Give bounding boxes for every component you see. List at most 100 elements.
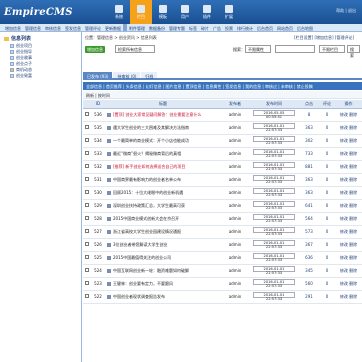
row-ops[interactable]: 修改 删除	[335, 277, 362, 291]
top-links[interactable]: 帮助 | 退出	[336, 8, 356, 14]
row-ops[interactable]: 修改 删除	[335, 147, 362, 161]
sub-nav-item[interactable]: 数据备份	[147, 24, 167, 31]
refresh-row[interactable]: 刷新 | 按时间	[83, 91, 362, 99]
row-title-link[interactable]: 深圳创业扶持政策汇总，大学生最高可获	[113, 203, 185, 208]
row-checkbox[interactable]	[85, 268, 89, 272]
search-button[interactable]: 搜索	[347, 45, 360, 58]
sidebar-heading[interactable]: 信息列表	[0, 32, 81, 43]
column-select[interactable]: 不限栏目	[319, 45, 345, 53]
sub-nav-item[interactable]: 碎片	[199, 24, 211, 31]
top-nav-item[interactable]: 插件	[196, 0, 218, 24]
row-time[interactable]: 2016-01-01 22:57:33	[253, 279, 295, 288]
search-input[interactable]	[275, 45, 315, 53]
row-time[interactable]: 2016-01-01 22:57:33	[253, 188, 295, 197]
row-time[interactable]: 2016-01-01 22:57:33	[253, 149, 295, 158]
row-time[interactable]: 2016-01-01 22:57:33	[253, 266, 295, 275]
row-ops[interactable]: 修改 删除	[335, 290, 362, 304]
tab-item[interactable]: 待审核 (0)	[113, 72, 141, 79]
row-ops[interactable]: 修改 删除	[335, 251, 362, 265]
sub-nav-item[interactable]: 网站首页	[275, 24, 295, 31]
top-nav-item[interactable]: 用户	[174, 0, 196, 24]
row-title-link[interactable]: 回顾2015：十位大佬眼中的创业新机遇	[113, 190, 183, 195]
row-title-link[interactable]: 2015中国商业模式创新大会在京召开	[113, 216, 179, 221]
row-title-link[interactable]: [置顶] 创业大家常见疑问解答：创业需要注意什么	[113, 112, 201, 117]
row-title-link[interactable]: 中国创业者现状调查报告发布	[113, 294, 165, 299]
row-checkbox[interactable]	[85, 177, 89, 181]
sub-nav-item[interactable]: 签发信息	[63, 24, 83, 31]
row-checkbox[interactable]	[85, 281, 89, 285]
row-checkbox[interactable]	[85, 151, 89, 155]
view-select[interactable]: 检索所有信息	[115, 45, 155, 53]
sub-nav-item[interactable]: 后台地图	[295, 24, 315, 31]
row-checkbox[interactable]	[85, 164, 89, 168]
row-checkbox[interactable]	[85, 242, 89, 246]
row-checkbox[interactable]	[85, 229, 89, 233]
row-checkbox[interactable]	[85, 216, 89, 220]
row-time[interactable]: 2016-01-01 22:57:33	[253, 292, 295, 301]
row-time[interactable]: 2016-01-01 22:57:33	[253, 201, 295, 210]
row-title-link[interactable]: 浙江省高校大学生创业园建设情况通报	[113, 229, 181, 234]
attribute-select[interactable]: 不限属性	[245, 45, 271, 53]
row-time[interactable]: 2016-01-01 22:57:33	[253, 227, 295, 236]
row-ops[interactable]: 修改 删除	[335, 121, 362, 135]
row-time[interactable]: 2016-01-01 22:57:33	[253, 175, 295, 184]
sub-nav-item[interactable]: 增加信息	[3, 24, 23, 31]
row-checkbox[interactable]	[85, 203, 89, 207]
row-ops[interactable]: 修改 删除	[335, 173, 362, 187]
tab-item[interactable]: 归档	[141, 72, 158, 79]
filter-bar[interactable]: 全部信息 | 首页推荐 | 头条信息 | 幻灯信息 | 图片信息 | 置顶信息 …	[83, 82, 362, 90]
row-checkbox[interactable]	[85, 112, 89, 116]
row-checkbox[interactable]	[85, 190, 89, 194]
row-title-link[interactable]: 一个最简单的商业模式：开个小店也能成功	[113, 138, 189, 143]
add-info-button[interactable]: 增加信息	[85, 46, 105, 53]
sub-nav-item[interactable]: 投票	[223, 24, 235, 31]
row-ops[interactable]: 修改 删除	[335, 264, 362, 278]
sub-nav-item[interactable]: 更新数据	[103, 24, 123, 31]
row-time[interactable]: 2016-01-01 22:57:33	[253, 123, 295, 132]
row-checkbox[interactable]	[85, 255, 89, 259]
row-title-link[interactable]: [推荐] 新手创业如何选择适合自己的项目	[113, 164, 185, 169]
row-time[interactable]: 2016-01-01 22:57:33	[253, 240, 295, 249]
row-title-link[interactable]: 中国商界最有影响力的创业者名单公布	[113, 177, 181, 182]
sub-nav-item[interactable]: 后台首页	[255, 24, 275, 31]
row-title-link[interactable]: 3位创业者带您解读大学生创业	[113, 242, 168, 247]
sub-nav-item[interactable]: 管理评论	[83, 24, 103, 31]
row-ops[interactable]: 修改 删除	[335, 199, 362, 213]
row-title-link[interactable]: 中国互联网创业新一轮：融资难题如何破解	[113, 268, 189, 273]
row-ops[interactable]: 修改 删除	[335, 186, 362, 200]
sub-nav-item[interactable]: 管理专题	[167, 24, 187, 31]
row-title-link[interactable]: 最近“微商”很火？揭秘微商背后的真相	[113, 151, 181, 156]
sidebar-item[interactable]: 创业致富	[0, 73, 81, 79]
row-time[interactable]: 2016-01-01 22:57:33	[253, 162, 295, 171]
row-time[interactable]: 2016-01-01 22:57:33	[253, 253, 295, 262]
row-title-link[interactable]: 王健林：创业要有定力，不要跟风	[113, 281, 173, 286]
row-ops[interactable]: 修改 删除	[335, 134, 362, 148]
row-select-cell	[83, 199, 91, 213]
row-checkbox[interactable]	[85, 125, 89, 129]
sub-nav-item[interactable]: 管理信息	[23, 24, 43, 31]
row-title-link[interactable]: 遇大学生创业的三大困难及其解决方法指南	[113, 125, 189, 130]
position-links[interactable]: [栏目设置] [增加信息] [管理评论]	[294, 35, 354, 41]
sub-nav-item[interactable]: 附件管理	[127, 24, 147, 31]
sub-nav-item[interactable]: 排行统计	[235, 24, 255, 31]
row-ops[interactable]: 修改 删除	[335, 225, 362, 239]
row-time[interactable]: 2016-05-05 00:55:41	[253, 110, 295, 119]
row-ops[interactable]: 修改 删除	[335, 212, 362, 226]
row-time[interactable]: 2016-01-01 22:57:33	[253, 214, 295, 223]
top-nav-item[interactable]: 栏目	[130, 0, 152, 24]
row-ops[interactable]: 修改 删除	[335, 160, 362, 174]
top-nav-item[interactable]: 系统	[108, 0, 130, 24]
row-title-link[interactable]: 2015中国最值得关注的创业公司	[113, 255, 171, 260]
sub-nav-item[interactable]: 广告	[211, 24, 223, 31]
row-checkbox[interactable]	[85, 138, 89, 142]
row-time[interactable]: 2016-01-01 22:57:33	[253, 136, 295, 145]
row-title-cell: 3位创业者带您解读大学生创业	[105, 238, 221, 252]
tab-item[interactable]: 已发布 (93)	[83, 72, 113, 79]
sub-nav-item[interactable]: 审核信息	[43, 24, 63, 31]
top-nav-item[interactable]: 扩展	[218, 0, 240, 24]
row-ops[interactable]: 修改 删除	[335, 108, 362, 122]
row-checkbox[interactable]	[85, 294, 89, 298]
row-ops[interactable]: 修改 删除	[335, 238, 362, 252]
sub-nav-item[interactable]: 标签	[187, 24, 199, 31]
top-nav-item[interactable]: 模板	[152, 0, 174, 24]
